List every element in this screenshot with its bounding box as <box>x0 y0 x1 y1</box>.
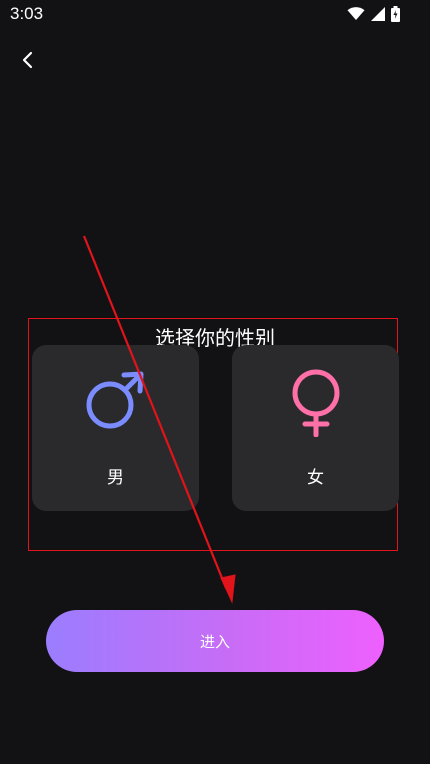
gender-label-male: 男 <box>107 468 124 488</box>
chevron-left-icon <box>21 51 35 73</box>
enter-button-label: 进入 <box>199 632 230 651</box>
gender-label-female: 女 <box>307 468 324 488</box>
battery-icon <box>391 6 400 22</box>
enter-button[interactable]: 进入 <box>46 610 384 672</box>
back-button[interactable] <box>14 48 42 76</box>
gender-option-male[interactable]: 男 <box>32 345 199 511</box>
status-icons <box>347 6 400 22</box>
wifi-icon <box>347 7 365 21</box>
gender-option-female[interactable]: 女 <box>232 345 399 511</box>
status-bar: 3:03 <box>0 0 430 30</box>
signal-icon <box>371 7 385 21</box>
screen: 3:03 选择你的性别 男 女 进入 <box>0 0 430 764</box>
female-symbol-icon <box>286 367 346 441</box>
status-time: 3:03 <box>10 4 44 23</box>
male-symbol-icon <box>84 367 148 435</box>
